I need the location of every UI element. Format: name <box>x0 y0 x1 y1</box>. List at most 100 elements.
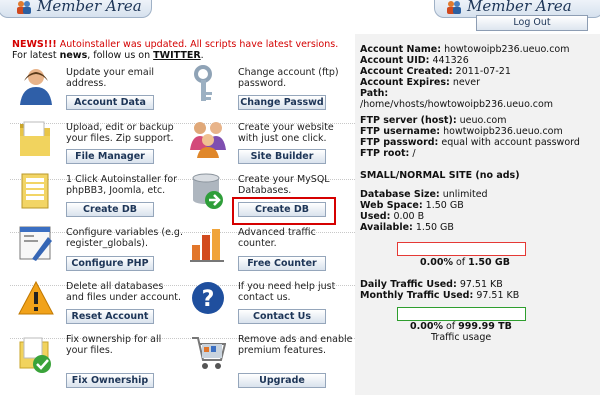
available-value: 1.50 GB <box>415 222 454 233</box>
label: Used: <box>360 211 391 222</box>
label: Account Created: <box>360 66 453 77</box>
ftp-password-value: equal with account password <box>441 137 580 148</box>
monthly-traffic-value: 97.51 KB <box>476 290 520 301</box>
label: FTP root: <box>360 148 410 159</box>
news-line2-end: . <box>200 50 204 61</box>
news-line2-text: , follow us on <box>87 50 154 61</box>
tool-description: Configure variables (e.g. register_globa… <box>66 227 183 249</box>
account-uid-row: Account UID: 441326 <box>360 55 469 66</box>
settings-window-icon <box>19 226 52 261</box>
database-add-icon <box>192 173 223 209</box>
account-expires-row: Account Expires: never <box>360 77 480 88</box>
news-line2-text: For latest <box>12 50 60 61</box>
path-row: Path: <box>360 88 388 99</box>
label: Available: <box>360 222 413 233</box>
file-manager-button[interactable]: File Manager <box>66 149 154 164</box>
account-name-value: howtowoipb236.ueuo.com <box>444 44 570 55</box>
traffic-percent: 0.00% <box>410 321 443 332</box>
tool-description: Update your email address. <box>66 67 155 89</box>
ftp-root-row: FTP root: / <box>360 148 416 159</box>
web-space-value: 1.50 GB <box>425 200 464 211</box>
web-space-row: Web Space: 1.50 GB <box>360 200 464 211</box>
account-expires-value: never <box>452 77 481 88</box>
cart-icon <box>192 337 226 369</box>
available-row: Available: 1.50 GB <box>360 222 454 233</box>
space-percent: 0.00% <box>420 257 453 268</box>
label: Daily Traffic Used: <box>360 279 457 290</box>
user-icon <box>20 69 52 105</box>
database-size-row: Database Size: unlimited <box>360 189 488 200</box>
web-space-usage-bar <box>397 242 526 256</box>
label: Web Space: <box>360 200 423 211</box>
tool-description: Remove ads and enable premium features. <box>238 334 353 356</box>
upgrade-button[interactable]: Upgrade <box>238 373 326 388</box>
free-counter-button[interactable]: Free Counter <box>238 256 326 271</box>
space-of: of <box>452 257 469 268</box>
news-message: Autoinstaller was updated. All scripts h… <box>56 39 339 50</box>
used-value: 0.00 B <box>393 211 425 222</box>
autoinstaller-create-db-button[interactable]: Create DB <box>66 202 154 217</box>
ftp-password-row: FTP password: equal with account passwor… <box>360 137 580 148</box>
daily-traffic-row: Daily Traffic Used: 97.51 KB <box>360 279 503 290</box>
label: FTP password: <box>360 137 439 148</box>
folder-icon <box>20 121 50 156</box>
ftp-username-row: FTP username: howtwoipb236.ueuo.com <box>360 126 563 137</box>
traffic-usage-text: 0.00% of 999.99 TB <box>410 321 512 332</box>
label: FTP username: <box>360 126 441 137</box>
ftp-username-value: howtwoipb236.ueuo.com <box>443 126 563 137</box>
tool-description: Create your website with just one click. <box>238 122 334 144</box>
logout-button[interactable]: Log Out <box>476 15 588 31</box>
daily-traffic-value: 97.51 KB <box>459 279 503 290</box>
members-logo-icon <box>447 1 461 14</box>
twitter-link[interactable]: TWITTER <box>153 50 200 61</box>
tool-description: 1 Click Autoinstaller for phpBB3, Joomla… <box>66 174 178 196</box>
account-name-row: Account Name: howtowoipb236.ueuo.com <box>360 44 569 55</box>
tool-description: Change account (ftp) password. <box>238 67 339 89</box>
tool-description: If you need help just contact us. <box>238 281 336 303</box>
ftp-server-row: FTP server (host): ueuo.com <box>360 115 507 126</box>
account-created-value: 2011-07-21 <box>455 66 511 77</box>
news-prefix: NEWS!!! <box>12 39 57 50</box>
member-area-title-right: Member Area <box>467 0 572 15</box>
traffic-total: 999.99 TB <box>458 321 512 332</box>
key-icon <box>194 65 212 101</box>
traffic-usage-caption: Traffic usage <box>431 332 492 343</box>
site-builder-button[interactable]: Site Builder <box>238 149 326 164</box>
change-password-button[interactable]: Change Passwd <box>238 95 326 110</box>
warning-icon <box>18 280 54 315</box>
people-icon <box>190 122 226 158</box>
used-row: Used: 0.00 B <box>360 211 424 222</box>
account-data-button[interactable]: Account Data <box>66 95 154 110</box>
label: Path: <box>360 88 389 99</box>
bar-chart-icon <box>190 229 224 262</box>
news-banner: NEWS!!! Autoinstaller was updated. All s… <box>12 39 342 61</box>
tool-description: Delete all databases and files under acc… <box>66 281 182 303</box>
label: Account Name: <box>360 44 442 55</box>
help-icon: ? <box>192 282 224 314</box>
fix-ownership-button[interactable]: Fix Ownership <box>66 373 154 388</box>
label: Account UID: <box>360 55 430 66</box>
members-logo-icon <box>17 1 31 14</box>
account-uid-value: 441326 <box>432 55 469 66</box>
folder-check-icon <box>19 337 51 373</box>
tool-description: Fix ownership for all your files. <box>66 334 162 356</box>
news-word: news <box>59 50 88 61</box>
space-total: 1.50 GB <box>468 257 510 268</box>
ftp-root-value: / <box>412 148 416 159</box>
create-db-highlight <box>232 197 336 225</box>
label: Account Expires: <box>360 77 450 88</box>
label: Database Size: <box>360 189 440 200</box>
plan-heading: SMALL/NORMAL SITE (no ads) <box>360 170 520 181</box>
configure-php-button[interactable]: Configure PHP <box>66 256 154 271</box>
database-size-value: unlimited <box>442 189 488 200</box>
label: Monthly Traffic Used: <box>360 290 474 301</box>
database-stack-icon <box>21 173 49 209</box>
member-area-title: Member Area <box>37 0 142 15</box>
account-created-row: Account Created: 2011-07-21 <box>360 66 511 77</box>
contact-us-button[interactable]: Contact Us <box>238 309 326 324</box>
svg-text:?: ? <box>202 287 215 312</box>
reset-account-button[interactable]: Reset Account <box>66 309 154 324</box>
traffic-usage-bar <box>397 307 526 321</box>
ftp-server-value: ueuo.com <box>459 115 507 126</box>
tool-description: Create your MySQL Databases. <box>238 174 330 196</box>
